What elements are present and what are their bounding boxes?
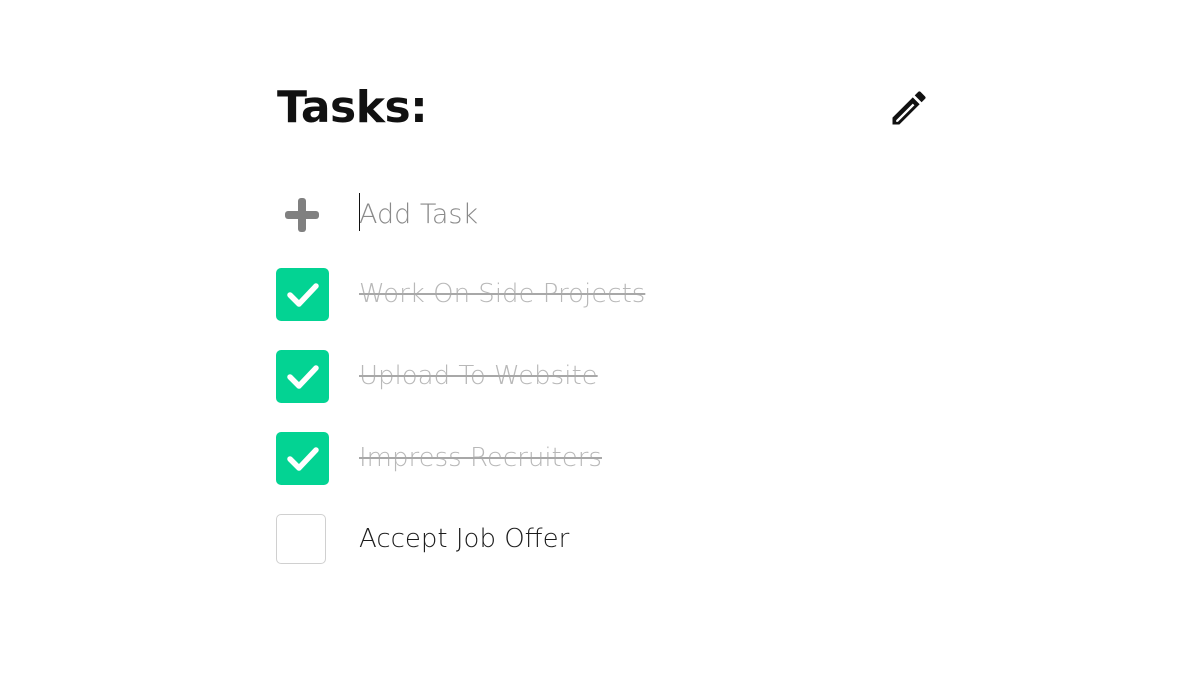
task-label[interactable]: Upload To Website [359, 358, 598, 394]
task-item: Accept Job Offer [276, 513, 916, 567]
add-task-button[interactable] [281, 194, 323, 236]
tasks-header: Tasks: [277, 76, 937, 140]
tasks-page: Tasks: Work On Side Projects [0, 0, 1201, 675]
task-checkbox-checked[interactable] [276, 432, 329, 485]
task-checkbox-checked[interactable] [276, 268, 329, 321]
add-task-row [277, 188, 917, 240]
task-checkbox-checked[interactable] [276, 350, 329, 403]
task-label[interactable]: Accept Job Offer [359, 521, 569, 557]
checkmark-icon [286, 446, 319, 471]
pencil-icon [892, 91, 926, 125]
edit-button[interactable] [883, 82, 935, 134]
task-item: Work On Side Projects [276, 268, 916, 322]
task-label[interactable]: Impress Recruiters [359, 440, 602, 476]
add-task-input[interactable] [359, 192, 839, 236]
task-label[interactable]: Work On Side Projects [359, 276, 645, 312]
checkmark-icon [286, 282, 319, 307]
plus-icon [285, 198, 319, 232]
page-title: Tasks: [277, 82, 428, 133]
task-item: Impress Recruiters [276, 432, 916, 486]
task-item: Upload To Website [276, 350, 916, 404]
task-checkbox-unchecked[interactable] [276, 514, 326, 564]
checkmark-icon [286, 364, 319, 389]
text-caret [359, 193, 360, 231]
